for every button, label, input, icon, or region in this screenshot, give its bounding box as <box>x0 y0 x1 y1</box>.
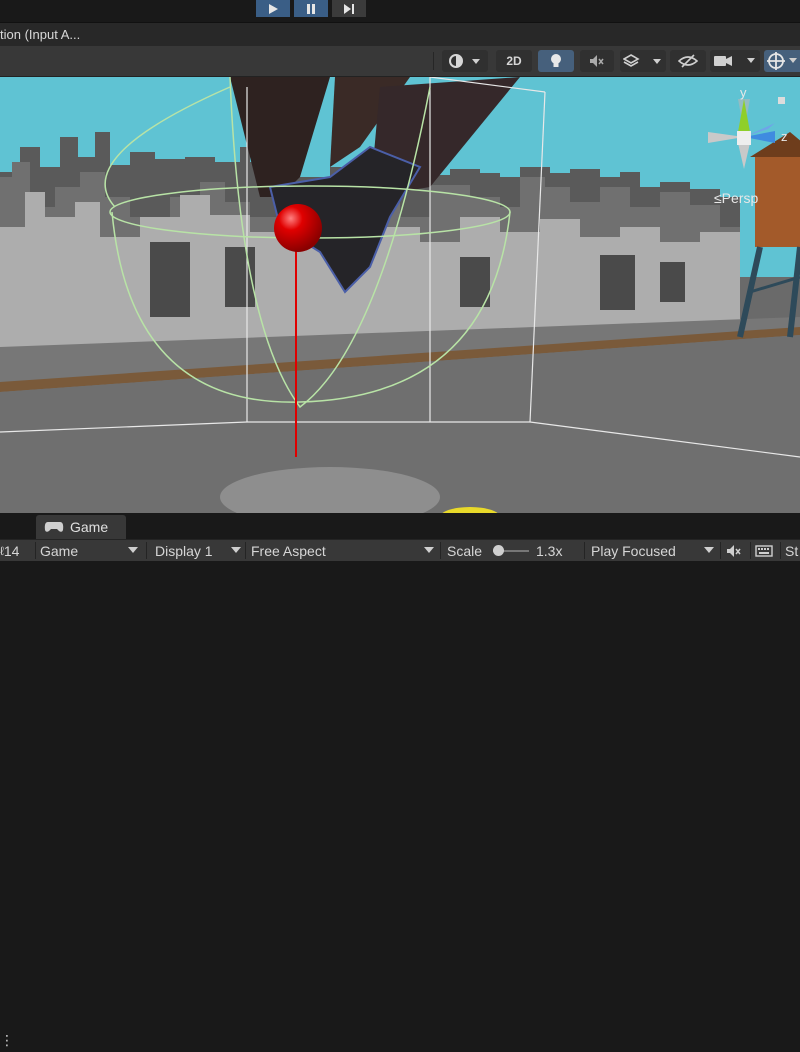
display-mode-label: Game <box>40 542 79 559</box>
hidden-objects-toggle[interactable] <box>670 50 706 72</box>
step-button[interactable] <box>332 0 366 17</box>
more-icon[interactable]: ⋮ <box>0 1032 14 1049</box>
display-label: Display 1 <box>155 542 213 559</box>
game-toolbar: ℓ 14 Game Display 1 Free Aspect Scale 1.… <box>0 539 800 561</box>
audio-toggle[interactable] <box>580 50 614 72</box>
aspect-dropdown[interactable]: Free Aspect <box>251 540 431 561</box>
toggle-2d-label: 2D <box>506 54 522 68</box>
chevron-down-icon <box>128 547 138 553</box>
gizmos-icon <box>767 52 797 70</box>
camera-dropdown[interactable] <box>710 50 760 72</box>
chevron-down-icon <box>704 547 714 553</box>
selection-sphere[interactable] <box>274 204 322 252</box>
top-toolbar <box>0 0 800 22</box>
mute-audio-toggle[interactable] <box>726 540 748 561</box>
projection-label[interactable]: ≤Persp <box>714 190 758 206</box>
camera-icon <box>714 56 755 66</box>
stats-button[interactable]: St <box>785 540 800 561</box>
tab-game-label: Game <box>70 519 109 535</box>
play-mode-label: Play Focused <box>591 542 676 559</box>
counter-label: 14 <box>3 542 20 559</box>
display-mode-dropdown[interactable]: Game <box>40 540 140 561</box>
gizmo-z-label: z <box>781 129 788 144</box>
shading-mode-icon <box>449 54 480 68</box>
pause-button[interactable] <box>294 0 328 17</box>
pause-icon <box>307 3 315 14</box>
scene-toolbar: 2D <box>0 46 800 77</box>
scene-render <box>0 77 800 513</box>
scale-label-text: Scale <box>447 542 483 559</box>
scale-value: 1.3x <box>536 540 576 561</box>
draw-mode-dropdown[interactable] <box>442 50 488 72</box>
play-mode-dropdown[interactable]: Play Focused <box>591 540 706 561</box>
display-dropdown[interactable]: Display 1 <box>155 540 225 561</box>
scale-value-text: 1.3x <box>536 542 563 559</box>
aspect-label: Free Aspect <box>251 542 326 559</box>
scene-title-bar: tion (Input A... <box>0 22 800 47</box>
effects-dropdown[interactable] <box>620 50 666 72</box>
hierarchy-tab-stub[interactable]: ⋮ <box>0 1028 30 1052</box>
chevron-down-icon <box>231 547 241 553</box>
gizmos-toggle[interactable] <box>764 50 800 72</box>
play-button[interactable] <box>256 0 290 17</box>
stats-label: St <box>785 542 799 559</box>
hidden-objects-icon <box>678 54 698 68</box>
scene-viewport[interactable]: y z ≤Persp <box>0 77 800 513</box>
audio-mute-icon <box>727 544 741 557</box>
lighting-toggle[interactable] <box>538 50 574 72</box>
scale-label: Scale <box>447 540 487 561</box>
audio-mute-icon <box>590 55 604 67</box>
keyboard-shortcuts-toggle[interactable] <box>755 540 777 561</box>
chevron-down-icon <box>424 547 434 553</box>
gizmo-y-label: y <box>740 85 747 100</box>
gamepad-icon <box>44 522 64 532</box>
lightbulb-icon <box>551 54 561 67</box>
keyboard-icon <box>755 544 773 557</box>
window-title: tion (Input A... <box>0 27 81 42</box>
step-icon <box>344 3 354 14</box>
toggle-2d-button[interactable]: 2D <box>496 50 532 72</box>
left-counter: ℓ 14 <box>0 540 34 561</box>
scale-slider-handle[interactable] <box>493 545 504 556</box>
play-icon <box>269 3 278 14</box>
effects-icon <box>623 54 661 67</box>
tab-game[interactable]: Game <box>36 515 126 539</box>
lock-icon[interactable] <box>778 97 785 104</box>
